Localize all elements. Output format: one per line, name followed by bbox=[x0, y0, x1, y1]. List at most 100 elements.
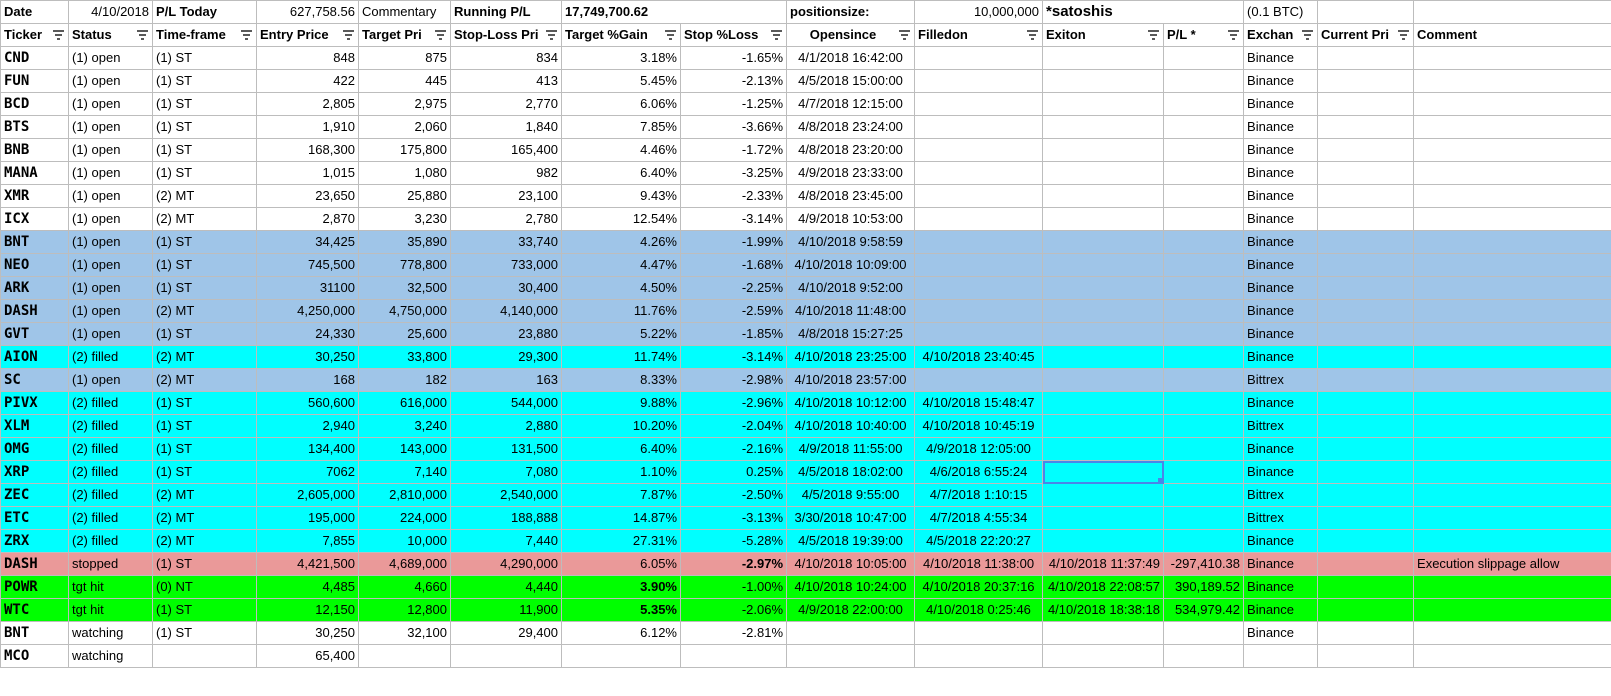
cell-stop-loss[interactable]: -2.59% bbox=[679, 299, 788, 323]
cell-stop-loss[interactable]: -2.06% bbox=[679, 598, 788, 622]
cell-entry-price[interactable]: 168 bbox=[256, 368, 359, 392]
cell-target-gain[interactable]: 6.06% bbox=[561, 92, 681, 116]
cell-target-pri[interactable]: 4,660 bbox=[358, 575, 451, 599]
cell-stop-loss-pri[interactable]: 2,540,000 bbox=[450, 483, 562, 507]
cell-stop-loss[interactable]: -1.72% bbox=[679, 138, 788, 162]
cell-comment[interactable] bbox=[1413, 138, 1611, 162]
cell-target-gain[interactable]: 4.26% bbox=[561, 230, 681, 254]
cell-entry-price[interactable]: 745,500 bbox=[256, 253, 359, 277]
cell-stop-loss-pri[interactable]: 2,780 bbox=[450, 207, 562, 231]
cell-exiton[interactable] bbox=[1042, 322, 1165, 346]
cell-time-frame[interactable]: (1) ST bbox=[152, 414, 257, 438]
cell-ticker[interactable]: BNT bbox=[0, 621, 69, 645]
cell-comment[interactable] bbox=[1413, 345, 1611, 369]
cell-target-gain[interactable]: 4.47% bbox=[561, 253, 681, 277]
cell-status[interactable]: (1) open bbox=[68, 69, 153, 93]
cell-status[interactable]: (2) filled bbox=[68, 483, 153, 507]
cell-exchan[interactable] bbox=[1243, 644, 1319, 668]
cell-comment[interactable] bbox=[1413, 391, 1611, 415]
cell-ticker[interactable]: ARK bbox=[0, 276, 69, 300]
cell-time-frame[interactable]: (1) ST bbox=[152, 322, 257, 346]
cell-opensince[interactable]: 4/10/2018 23:57:00 bbox=[786, 368, 916, 392]
cell-entry-price[interactable]: 1,015 bbox=[256, 161, 359, 185]
cell-stop-loss-pri[interactable]: 33,740 bbox=[450, 230, 562, 254]
cell-entry-price[interactable]: 4,485 bbox=[256, 575, 359, 599]
cell-time-frame[interactable]: (1) ST bbox=[152, 138, 257, 162]
cell-time-frame[interactable]: (1) ST bbox=[152, 391, 257, 415]
cell-p-l[interactable] bbox=[1163, 621, 1245, 645]
cell-exiton[interactable] bbox=[1042, 460, 1165, 484]
cell-time-frame[interactable]: (2) MT bbox=[152, 299, 257, 323]
cell-stop-loss-pri[interactable]: 982 bbox=[450, 161, 562, 185]
cell-time-frame[interactable]: (1) ST bbox=[152, 115, 257, 139]
cell-p-l[interactable] bbox=[1163, 207, 1245, 231]
cell-entry-price[interactable]: 560,600 bbox=[256, 391, 359, 415]
cell-comment[interactable] bbox=[1413, 506, 1611, 530]
cell-time-frame[interactable]: (1) ST bbox=[152, 276, 257, 300]
cell-p-l[interactable] bbox=[1163, 253, 1245, 277]
cell-stop-loss[interactable]: -2.33% bbox=[679, 184, 788, 208]
cell-status[interactable]: tgt hit bbox=[68, 575, 153, 599]
selection-fill-handle[interactable] bbox=[1158, 478, 1163, 483]
cell-entry-price[interactable]: 34,425 bbox=[256, 230, 359, 254]
cell-entry-price[interactable]: 30,250 bbox=[256, 345, 359, 369]
cell-filledon[interactable] bbox=[914, 299, 1044, 323]
cell-p-l[interactable] bbox=[1163, 460, 1245, 484]
cell-ticker[interactable]: ICX bbox=[0, 207, 69, 231]
cell-stop-loss[interactable]: -2.25% bbox=[679, 276, 788, 300]
cell-filledon[interactable]: 4/7/2018 1:10:15 bbox=[914, 483, 1044, 507]
filter-icon[interactable] bbox=[899, 30, 911, 41]
cell-entry-price[interactable]: 30,250 bbox=[256, 621, 359, 645]
cell-target-gain[interactable]: 11.76% bbox=[561, 299, 681, 323]
cell-filledon[interactable] bbox=[914, 276, 1044, 300]
cell-comment[interactable] bbox=[1413, 322, 1611, 346]
cell-entry-price[interactable]: 2,805 bbox=[256, 92, 359, 116]
cell-current-pri[interactable] bbox=[1317, 644, 1415, 668]
cell-exiton[interactable]: 4/10/2018 11:37:49 bbox=[1042, 552, 1165, 576]
cell-status[interactable]: watching bbox=[68, 621, 153, 645]
cell-current-pri[interactable] bbox=[1317, 184, 1415, 208]
cell-status[interactable]: (1) open bbox=[68, 138, 153, 162]
cell-current-pri[interactable] bbox=[1317, 437, 1415, 461]
cell-filledon[interactable] bbox=[914, 644, 1044, 668]
cell-ticker[interactable]: DASH bbox=[0, 552, 69, 576]
cell-p-l[interactable] bbox=[1163, 230, 1245, 254]
cell-entry-price[interactable]: 24,330 bbox=[256, 322, 359, 346]
cell-target-gain[interactable]: 5.22% bbox=[561, 322, 681, 346]
cell-target-gain[interactable]: 7.85% bbox=[561, 115, 681, 139]
cell-status[interactable]: (1) open bbox=[68, 230, 153, 254]
cell-comment[interactable] bbox=[1413, 161, 1611, 185]
cell-filledon[interactable]: 4/10/2018 23:40:45 bbox=[914, 345, 1044, 369]
cell-status[interactable]: (1) open bbox=[68, 322, 153, 346]
cell-stop-loss[interactable]: -1.85% bbox=[679, 322, 788, 346]
cell-filledon[interactable] bbox=[914, 230, 1044, 254]
column-header-status[interactable]: Status bbox=[68, 23, 153, 47]
cell-time-frame[interactable]: (2) MT bbox=[152, 368, 257, 392]
cell-stop-loss[interactable]: 0.25% bbox=[679, 460, 788, 484]
cell-stop-loss[interactable]: -1.65% bbox=[679, 46, 788, 70]
filter-icon[interactable] bbox=[435, 30, 446, 41]
cell-opensince[interactable]: 4/5/2018 9:55:00 bbox=[786, 483, 916, 507]
cell-p-l[interactable] bbox=[1163, 161, 1245, 185]
cell-target-pri[interactable]: 778,800 bbox=[358, 253, 451, 277]
cell-opensince[interactable]: 4/10/2018 10:12:00 bbox=[786, 391, 916, 415]
cell-status[interactable]: (2) filled bbox=[68, 437, 153, 461]
cell-opensince[interactable]: 4/8/2018 23:20:00 bbox=[786, 138, 916, 162]
cell-target-pri[interactable]: 175,800 bbox=[358, 138, 451, 162]
cell-p-l[interactable] bbox=[1163, 92, 1245, 116]
cell-p-l[interactable] bbox=[1163, 69, 1245, 93]
cell-comment[interactable] bbox=[1413, 46, 1611, 70]
cell-exchan[interactable]: Binance bbox=[1243, 621, 1319, 645]
cell-current-pri[interactable] bbox=[1317, 621, 1415, 645]
cell-time-frame[interactable]: (2) MT bbox=[152, 529, 257, 553]
filter-icon[interactable] bbox=[546, 30, 557, 41]
cell-entry-price[interactable]: 2,605,000 bbox=[256, 483, 359, 507]
cell-current-pri[interactable] bbox=[1317, 368, 1415, 392]
cell-current-pri[interactable] bbox=[1317, 230, 1415, 254]
cell-p-l[interactable] bbox=[1163, 322, 1245, 346]
filter-icon[interactable] bbox=[665, 30, 676, 41]
column-header-exchan[interactable]: Exchan bbox=[1243, 23, 1319, 47]
cell-entry-price[interactable]: 168,300 bbox=[256, 138, 359, 162]
cell-opensince[interactable]: 4/8/2018 23:24:00 bbox=[786, 115, 916, 139]
cell-p-l[interactable] bbox=[1163, 506, 1245, 530]
